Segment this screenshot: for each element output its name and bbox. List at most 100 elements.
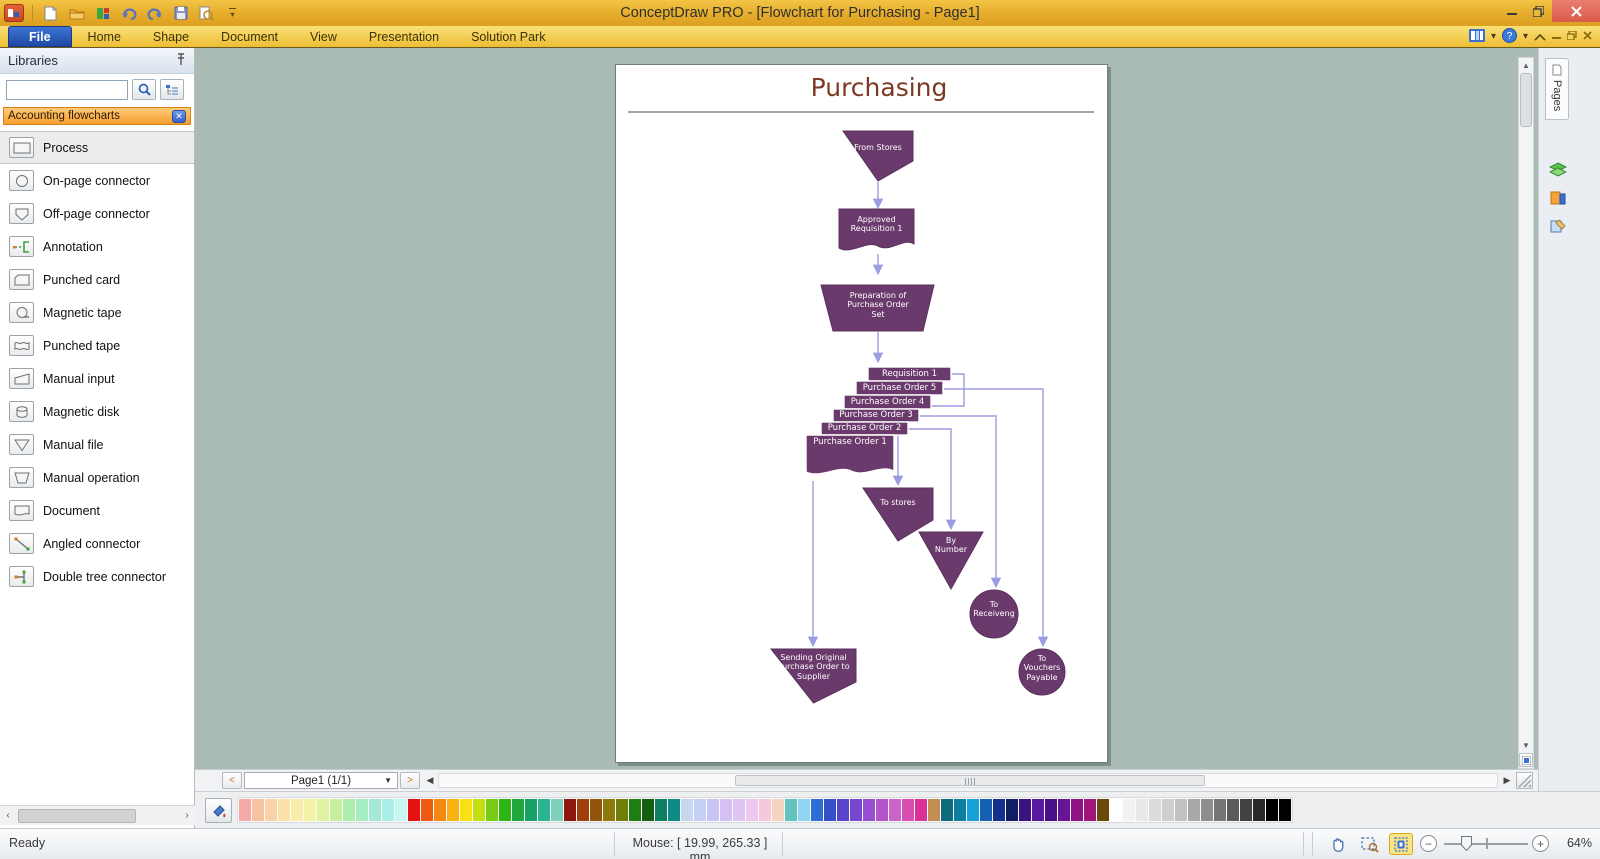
help-caret-icon[interactable]: ▾ xyxy=(1523,31,1528,42)
shape-requisition-1[interactable] xyxy=(867,366,952,382)
color-swatch[interactable] xyxy=(382,799,394,821)
color-swatch[interactable] xyxy=(811,799,823,821)
color-swatch[interactable] xyxy=(1032,799,1044,821)
collapse-ribbon-icon[interactable] xyxy=(1534,30,1546,44)
shape-purchase-order-1[interactable] xyxy=(805,434,895,475)
color-swatch[interactable] xyxy=(993,799,1005,821)
prev-page-icon[interactable]: < xyxy=(222,772,242,789)
resize-grip[interactable] xyxy=(1516,772,1533,789)
shape-purchase-order-3[interactable] xyxy=(832,408,920,423)
color-swatch[interactable] xyxy=(343,799,355,821)
library-item-magnetic-disk[interactable]: Magnetic disk xyxy=(0,395,194,428)
color-swatch[interactable] xyxy=(239,799,251,821)
color-swatch[interactable] xyxy=(616,799,628,821)
tab-shape[interactable]: Shape xyxy=(137,26,205,47)
next-page-icon[interactable]: > xyxy=(400,772,420,789)
restore-button[interactable] xyxy=(1525,0,1552,22)
color-swatch[interactable] xyxy=(733,799,745,821)
document-page[interactable]: Purchasing From Stores Approved Requisit… xyxy=(615,64,1108,763)
color-swatch[interactable] xyxy=(1266,799,1278,821)
shape-purchase-order-4[interactable] xyxy=(843,394,932,410)
tab-file[interactable]: File xyxy=(8,26,72,47)
page-selector[interactable]: Page1 (1/1) ▼ xyxy=(244,772,398,789)
page-dropdown-icon[interactable]: ▼ xyxy=(384,776,392,785)
library-search-input[interactable] xyxy=(6,79,128,100)
fill-style-icon[interactable] xyxy=(205,798,232,823)
library-item-document[interactable]: Document xyxy=(0,494,194,527)
color-swatch[interactable] xyxy=(395,799,407,821)
color-swatch[interactable] xyxy=(967,799,979,821)
shape-by-number[interactable] xyxy=(918,531,984,591)
color-swatch[interactable] xyxy=(850,799,862,821)
color-swatch[interactable] xyxy=(317,799,329,821)
pin-icon[interactable] xyxy=(176,53,186,68)
color-swatch[interactable] xyxy=(564,799,576,821)
color-swatch[interactable] xyxy=(330,799,342,821)
zoom-area-icon[interactable] xyxy=(1358,833,1382,855)
color-swatch[interactable] xyxy=(1240,799,1252,821)
library-item-angled-connector[interactable]: Angled connector xyxy=(0,527,194,560)
tab-home[interactable]: Home xyxy=(72,26,137,47)
library-item-process[interactable]: Process xyxy=(0,131,194,164)
minimize-button[interactable] xyxy=(1498,0,1525,22)
color-swatch[interactable] xyxy=(1006,799,1018,821)
color-swatch[interactable] xyxy=(1214,799,1226,821)
color-swatch[interactable] xyxy=(486,799,498,821)
color-swatch[interactable] xyxy=(356,799,368,821)
color-swatch[interactable] xyxy=(577,799,589,821)
color-swatch[interactable] xyxy=(902,799,914,821)
color-swatch[interactable] xyxy=(1188,799,1200,821)
tab-document[interactable]: Document xyxy=(205,26,294,47)
zoom-out-icon[interactable]: − xyxy=(1420,835,1437,852)
search-icon[interactable] xyxy=(132,79,156,100)
color-swatch[interactable] xyxy=(798,799,810,821)
help-icon[interactable]: ? xyxy=(1501,27,1517,46)
doc-close-icon[interactable] xyxy=(1583,30,1592,43)
canvas-vscrollbar[interactable]: ▲ ▼ xyxy=(1518,57,1534,769)
canvas-hscrollbar[interactable] xyxy=(438,773,1498,788)
color-swatch[interactable] xyxy=(1149,799,1161,821)
close-library-icon[interactable]: ✕ xyxy=(172,109,186,123)
scroll-corner-button[interactable] xyxy=(1519,753,1533,767)
color-swatch[interactable] xyxy=(629,799,641,821)
tab-view[interactable]: View xyxy=(294,26,353,47)
scroll-up-icon[interactable]: ▲ xyxy=(1519,58,1533,73)
shape-to-vouchers[interactable] xyxy=(1018,648,1066,696)
color-swatch[interactable] xyxy=(304,799,316,821)
color-swatch[interactable] xyxy=(759,799,771,821)
new-document-icon[interactable] xyxy=(41,4,60,23)
panel-layout-icon[interactable] xyxy=(1468,28,1485,45)
color-swatch[interactable] xyxy=(720,799,732,821)
color-swatch[interactable] xyxy=(668,799,680,821)
zoom-slider-thumb[interactable] xyxy=(1461,836,1472,852)
color-swatch[interactable] xyxy=(694,799,706,821)
color-swatch[interactable] xyxy=(1071,799,1083,821)
library-item-manual-file[interactable]: Manual file xyxy=(0,428,194,461)
color-swatch[interactable] xyxy=(1253,799,1265,821)
hscroll-right-icon[interactable]: ▶ xyxy=(1500,773,1514,788)
library-item-manual-input[interactable]: Manual input xyxy=(0,362,194,395)
color-swatch[interactable] xyxy=(1058,799,1070,821)
color-swatch[interactable] xyxy=(525,799,537,821)
scroll-right-icon[interactable]: › xyxy=(179,807,195,825)
zoom-in-icon[interactable]: + xyxy=(1532,835,1549,852)
color-swatch[interactable] xyxy=(421,799,433,821)
color-swatch[interactable] xyxy=(291,799,303,821)
open-folder-icon[interactable] xyxy=(67,4,86,23)
pages-panel-tab[interactable]: Pages xyxy=(1545,58,1569,120)
color-swatch[interactable] xyxy=(603,799,615,821)
library-item-on-page-connector[interactable]: On-page connector xyxy=(0,164,194,197)
color-swatch[interactable] xyxy=(941,799,953,821)
color-swatch[interactable] xyxy=(824,799,836,821)
shape-to-receiving[interactable] xyxy=(969,589,1019,639)
color-swatch[interactable] xyxy=(538,799,550,821)
color-swatch[interactable] xyxy=(408,799,420,821)
tab-presentation[interactable]: Presentation xyxy=(353,26,455,47)
library-book-icon[interactable] xyxy=(1548,188,1568,208)
library-item-punched-tape[interactable]: Punched tape xyxy=(0,329,194,362)
color-swatch[interactable] xyxy=(590,799,602,821)
library-tree-view-icon[interactable] xyxy=(160,79,184,100)
tab-solution-park[interactable]: Solution Park xyxy=(455,26,561,47)
shape-purchase-order-2[interactable] xyxy=(820,421,909,436)
color-swatch[interactable] xyxy=(707,799,719,821)
